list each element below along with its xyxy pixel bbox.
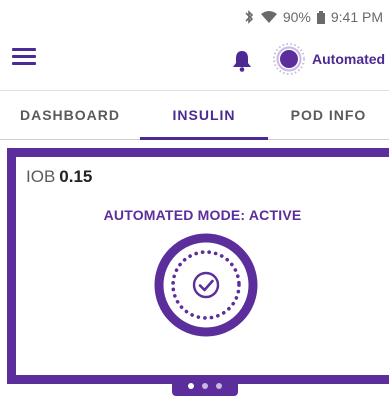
- page-dot-1[interactable]: [188, 383, 194, 389]
- app-bar: Automated: [0, 34, 389, 88]
- status-bar: 90% 9:41 PM: [0, 0, 389, 34]
- insulin-status-card: IOB 0.15 AUTOMATED MODE: ACTIVE: [7, 148, 389, 384]
- tab-insulin[interactable]: INSULIN: [140, 91, 268, 140]
- page-dot-2[interactable]: [202, 383, 208, 389]
- iob-readout: IOB 0.15: [26, 167, 92, 187]
- battery-icon: [316, 10, 325, 24]
- tab-pod-info[interactable]: POD INFO: [268, 91, 389, 139]
- clock: 9:41 PM: [330, 9, 383, 25]
- bell-icon[interactable]: [232, 50, 252, 72]
- wifi-icon: [260, 11, 277, 23]
- battery-percent: 90%: [282, 9, 311, 25]
- page-dot-3[interactable]: [216, 383, 222, 389]
- mode-label: Automated: [312, 51, 386, 67]
- automated-mode-chip[interactable]: Automated: [272, 42, 385, 76]
- iob-value: 0.15: [59, 167, 93, 186]
- bluetooth-icon: [243, 10, 255, 24]
- iob-label: IOB: [26, 167, 56, 186]
- tab-bar: DASHBOARD INSULIN POD INFO: [0, 90, 389, 140]
- automated-active-check-icon: [154, 233, 258, 337]
- tab-dashboard[interactable]: DASHBOARD: [0, 91, 140, 139]
- page-indicator: [172, 376, 238, 396]
- automated-mode-icon: [273, 43, 305, 75]
- automated-mode-status: AUTOMATED MODE: ACTIVE: [103, 207, 302, 223]
- menu-icon[interactable]: [12, 48, 36, 70]
